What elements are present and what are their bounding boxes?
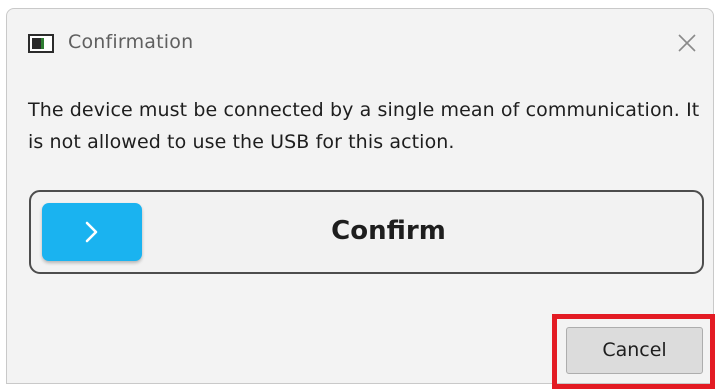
close-button[interactable] [673,29,701,57]
close-icon [678,34,696,52]
title-bar: Confirmation [7,9,713,71]
dialog-message: The device must be connected by a single… [28,99,700,153]
confirm-label: Confirm [331,216,446,246]
confirmation-dialog: Confirmation The device must be connecte… [6,8,715,389]
app-window-icon [28,34,54,53]
cancel-button[interactable]: Cancel [566,327,703,374]
confirm-button[interactable]: Confirm [29,190,704,274]
window-title: Confirmation [68,31,194,53]
page: Confirmation The device must be connecte… [0,0,716,389]
